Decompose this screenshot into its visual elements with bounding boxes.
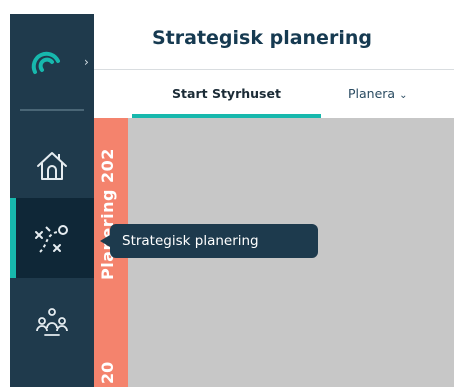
chevron-down-icon: ⌄ — [399, 90, 408, 101]
sidebar-tooltip: Strategisk planering — [100, 224, 318, 258]
page-title: Strategisk planering — [152, 27, 372, 49]
people-icon — [36, 308, 68, 336]
tab-planera[interactable]: Planera ⌄ — [348, 86, 407, 101]
sidebar-item-strategy[interactable] — [10, 198, 94, 278]
chevron-right-icon[interactable]: › — [84, 56, 89, 68]
tooltip-arrow — [100, 235, 110, 247]
tab-label: Start Styrhuset — [172, 86, 281, 101]
planning-strip-label: Planering 202 — [98, 148, 117, 280]
active-indicator — [10, 198, 16, 278]
page-header: Strategisk planering — [94, 14, 454, 70]
sidebar-item-home[interactable] — [10, 126, 94, 206]
tab-bar: Start Styrhuset Planera ⌄ — [94, 70, 454, 118]
sidebar-divider — [20, 109, 84, 111]
tab-label: Planera — [348, 86, 396, 101]
home-icon — [37, 152, 67, 180]
tooltip-text: Strategisk planering — [122, 233, 259, 249]
sidebar-item-people[interactable] — [10, 284, 94, 364]
strategy-icon — [35, 225, 68, 253]
sidebar: › — [10, 14, 94, 387]
logo-area[interactable]: › — [10, 14, 94, 108]
brand-logo-icon — [31, 51, 60, 74]
planning-strip-label-bottom: 20 — [98, 361, 117, 384]
tab-start-styrhuset[interactable]: Start Styrhuset — [132, 70, 321, 118]
